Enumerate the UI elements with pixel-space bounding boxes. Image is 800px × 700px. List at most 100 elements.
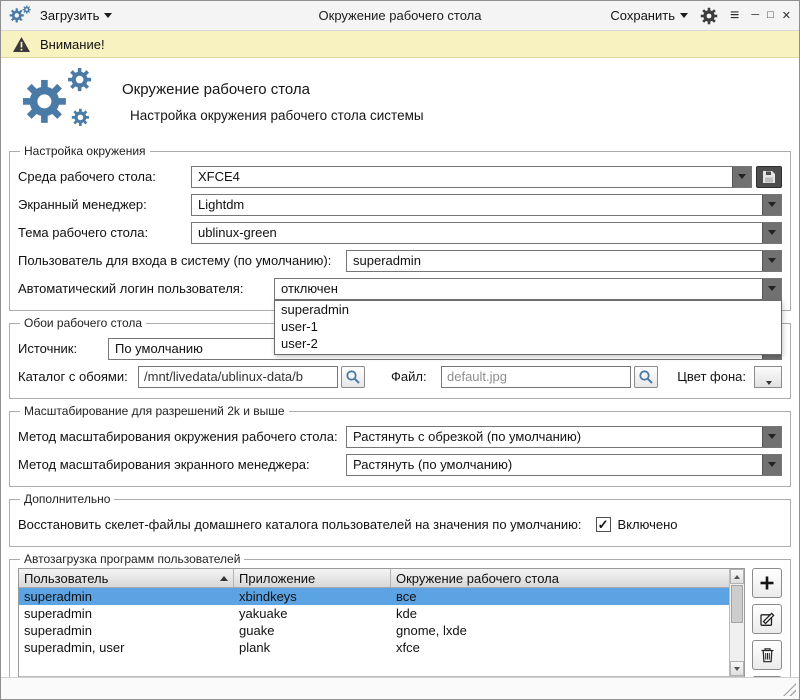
- edit-row-button[interactable]: [752, 604, 782, 634]
- dropdown-option[interactable]: user-2: [275, 335, 781, 352]
- table-cell: superadmin: [19, 589, 234, 604]
- autologin-value: отключен: [275, 279, 762, 299]
- table-row[interactable]: superadmin, user plank xfce: [19, 639, 729, 656]
- table-row[interactable]: superadmin yakuake kde: [19, 605, 729, 622]
- warning-icon: [12, 36, 31, 53]
- display-manager-label: Экранный менеджер:: [18, 197, 183, 212]
- chevron-down-icon[interactable]: [762, 195, 781, 215]
- display-manager-row: Экранный менеджер: Lightdm: [18, 193, 782, 216]
- table-cell: xfce: [391, 640, 729, 655]
- save-button-label: Сохранить: [610, 8, 675, 23]
- vertical-scroll-thumb[interactable]: [731, 585, 743, 623]
- group-additional: Дополнительно Восстановить скелет-файлы …: [9, 492, 791, 547]
- table-row[interactable]: superadmin guake gnome, lxde: [19, 622, 729, 639]
- theme-label: Тема рабочего стола:: [18, 225, 183, 240]
- search-icon: [638, 369, 654, 385]
- warning-text: Внимание!: [40, 37, 105, 52]
- add-row-button[interactable]: [752, 568, 782, 598]
- wallpaper-file-input[interactable]: [441, 366, 631, 388]
- vertical-scrollbar[interactable]: [729, 569, 744, 676]
- dm-scaling-label: Метод масштабирования экранного менеджер…: [18, 457, 338, 472]
- page-header: Окружение рабочего стола Настройка окруж…: [1, 58, 799, 144]
- column-header-env[interactable]: Окружение рабочего стола: [391, 569, 729, 587]
- theme-select[interactable]: ublinux-green: [191, 222, 782, 244]
- autologin-select[interactable]: отключен superadmin user-1 user-2: [274, 278, 782, 300]
- dropdown-option[interactable]: user-1: [275, 318, 781, 335]
- display-manager-value: Lightdm: [192, 195, 762, 215]
- dm-scaling-select[interactable]: Растянуть (по умолчанию): [346, 454, 782, 476]
- chevron-down-icon[interactable]: [762, 427, 781, 447]
- chevron-down-icon[interactable]: [762, 223, 781, 243]
- skeleton-row: Восстановить скелет-файлы домашнего ката…: [18, 513, 782, 536]
- sort-asc-icon: [220, 576, 228, 581]
- table-cell: superadmin: [19, 623, 234, 638]
- login-user-select[interactable]: superadmin: [346, 250, 782, 272]
- table-cell: kde: [391, 606, 729, 621]
- chevron-down-icon[interactable]: [762, 251, 781, 271]
- menu-icon[interactable]: ≡: [730, 8, 739, 24]
- edit-pencil-icon: [759, 611, 776, 628]
- chevron-down-icon[interactable]: [762, 455, 781, 475]
- load-button[interactable]: Загрузить: [40, 8, 112, 23]
- column-header-user[interactable]: Пользователь: [19, 569, 234, 587]
- dropdown-option[interactable]: superadmin: [275, 301, 781, 318]
- resize-grip[interactable]: [783, 683, 796, 696]
- group-additional-legend: Дополнительно: [20, 492, 114, 506]
- wallpaper-dir-label: Каталог с обоями:: [18, 369, 130, 384]
- column-header-label: Пользователь: [24, 571, 108, 586]
- desktop-scaling-value: Растянуть с обрезкой (по умолчанию): [347, 427, 762, 447]
- group-wallpaper-legend: Обои рабочего стола: [20, 316, 146, 330]
- table-cell: xbindkeys: [234, 589, 391, 604]
- column-header-app[interactable]: Приложение: [234, 569, 391, 587]
- dm-scaling-value: Растянуть (по умолчанию): [347, 455, 762, 475]
- table-cell: yakuake: [234, 606, 391, 621]
- login-user-label: Пользователь для входа в систему (по умо…: [18, 253, 338, 268]
- settings-gear-icon[interactable]: [700, 7, 718, 25]
- autostart-table: Пользователь Приложение Окружение рабоче…: [18, 568, 745, 692]
- app-window: Загрузить Окружение рабочего стола Сохра…: [0, 0, 800, 700]
- scroll-up-icon[interactable]: [730, 569, 744, 584]
- table-row[interactable]: superadmin xbindkeys все: [19, 588, 729, 605]
- skeleton-checkbox[interactable]: ✓: [596, 517, 611, 532]
- group-environment-legend: Настройка окружения: [20, 144, 150, 158]
- gears-logo: [15, 65, 110, 137]
- close-button[interactable]: ✕: [782, 9, 791, 22]
- wallpaper-dir-browse-button[interactable]: [341, 366, 365, 388]
- wallpaper-file-browse-button[interactable]: [634, 366, 658, 388]
- chevron-down-icon[interactable]: [762, 279, 781, 299]
- desktop-scaling-label: Метод масштабирования окружения рабочего…: [18, 429, 338, 444]
- page-subtitle: Настройка окружения рабочего стола систе…: [130, 108, 424, 123]
- app-gears-icon: [9, 5, 33, 26]
- display-manager-select[interactable]: Lightdm: [191, 194, 782, 216]
- theme-value: ublinux-green: [192, 223, 762, 243]
- minimize-button[interactable]: ─: [751, 9, 759, 22]
- vertical-scroll-track[interactable]: [730, 584, 744, 661]
- desktop-env-select[interactable]: XFCE4: [191, 166, 752, 188]
- delete-row-button[interactable]: [752, 640, 782, 670]
- wallpaper-dir-input[interactable]: [138, 366, 338, 388]
- desktop-scaling-select[interactable]: Растянуть с обрезкой (по умолчанию): [346, 426, 782, 448]
- group-environment: Настройка окружения Среда рабочего стола…: [9, 144, 791, 311]
- page-title: Окружение рабочего стола: [122, 81, 310, 98]
- checkmark-icon: ✓: [598, 517, 609, 533]
- table-cell: все: [391, 589, 729, 604]
- hexagon-pattern: [103, 59, 463, 141]
- group-scaling: Масштабирование для разрешений 2k и выше…: [9, 404, 791, 487]
- maximize-button[interactable]: □: [767, 9, 774, 22]
- warning-banner: Внимание!: [1, 31, 799, 58]
- dm-scaling-row: Метод масштабирования экранного менеджер…: [18, 453, 782, 476]
- trash-icon: [760, 647, 775, 663]
- wallpaper-file-label: Файл:: [391, 369, 433, 384]
- autologin-label: Автоматический логин пользователя:: [18, 281, 266, 296]
- search-icon: [345, 369, 361, 385]
- login-user-value: superadmin: [347, 251, 762, 271]
- bg-color-picker-button[interactable]: [754, 366, 782, 388]
- chevron-down-icon[interactable]: [732, 167, 751, 187]
- scroll-down-icon[interactable]: [730, 661, 744, 676]
- plus-icon: [759, 575, 775, 591]
- table-header: Пользователь Приложение Окружение рабоче…: [19, 569, 729, 588]
- desktop-env-save-button[interactable]: [756, 166, 782, 188]
- save-button[interactable]: Сохранить: [610, 8, 688, 23]
- desktop-env-value: XFCE4: [192, 167, 732, 187]
- skeleton-checkbox-label: Включено: [618, 517, 678, 532]
